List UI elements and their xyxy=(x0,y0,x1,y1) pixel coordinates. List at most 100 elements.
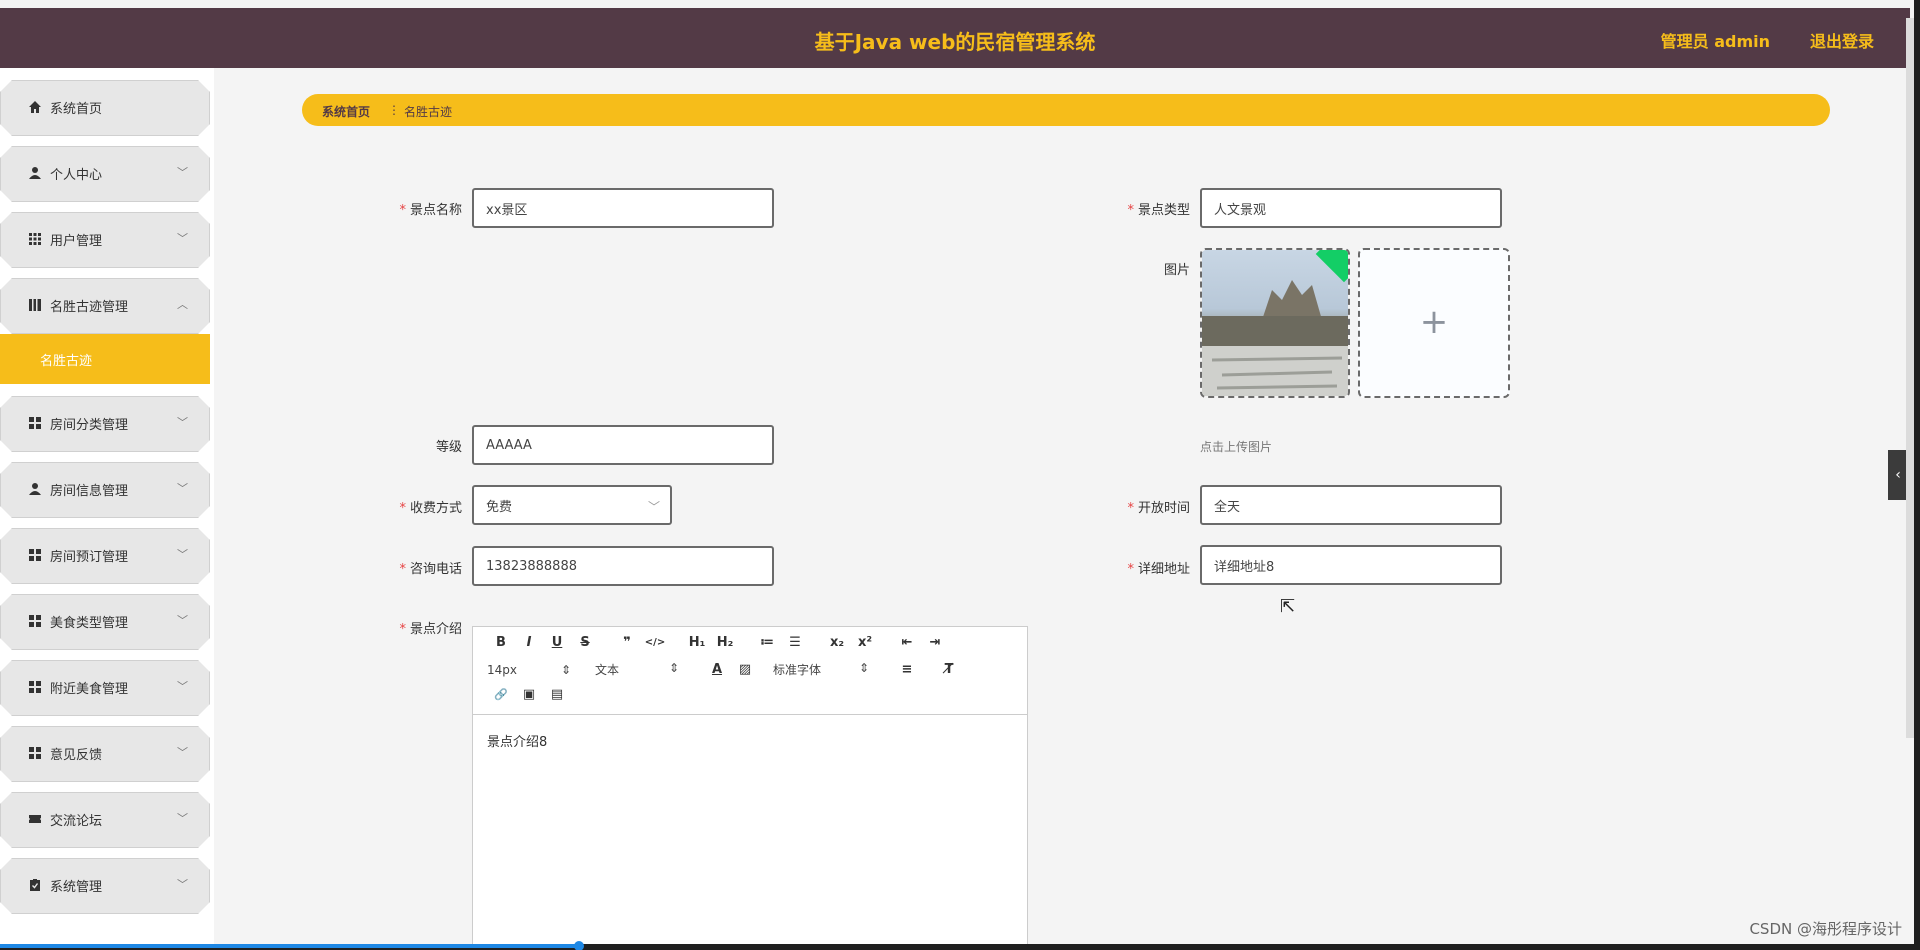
video-icon[interactable]: ▤ xyxy=(543,687,571,702)
sidebar-item-room-category[interactable]: 房间分类管理 ﹀ xyxy=(0,396,210,452)
sidebar-item-food-type[interactable]: 美食类型管理 ﹀ xyxy=(0,594,210,650)
progress-handle[interactable] xyxy=(574,941,584,950)
sidebar-item-label: 交流论坛 xyxy=(50,814,103,829)
editor-content[interactable]: 景点介绍8 xyxy=(487,731,547,750)
ordered-list-button[interactable]: ≔ xyxy=(753,635,781,650)
logout-link[interactable]: 退出登录 xyxy=(1810,28,1874,52)
toolbar-row-3: 🔗 ▣ ▤ xyxy=(487,687,571,702)
bullet-list-button[interactable]: ☰ xyxy=(781,635,809,650)
upload-tip: 点击上传图片 xyxy=(1200,440,1273,454)
align-button[interactable]: ≡ xyxy=(893,662,921,677)
scrollbar[interactable] xyxy=(1906,18,1914,738)
sidebar-item-label: 系统首页 xyxy=(50,102,103,117)
sidebar-item-users[interactable]: 用户管理 ﹀ xyxy=(0,212,210,268)
background-color-button[interactable]: ▨ xyxy=(731,662,759,677)
fee-label: * 收费方式 xyxy=(399,501,462,516)
address-input[interactable] xyxy=(1200,545,1502,585)
home-icon xyxy=(29,101,41,113)
subscript-button[interactable]: x₂ xyxy=(823,635,851,650)
system-title: 基于Java web的民宿管理系统 xyxy=(814,30,1096,54)
font-family-picker[interactable]: 标准字体 ⇕ xyxy=(773,661,869,678)
chevron-up-icon: ︿ xyxy=(177,298,188,311)
toolbar-row-2: 14px ⇕ 文本 ⇕ A ▨ 标准字体 ⇕ ≡ T̸ xyxy=(487,661,963,678)
chevron-down-icon: ﹀ xyxy=(177,482,188,495)
sidebar-item-room-booking[interactable]: 房间预订管理 ﹀ xyxy=(0,528,210,584)
grid-icon xyxy=(29,233,41,245)
sidebar: 系统首页 个人中心 ﹀ 用户管理 ﹀ 名胜古迹管理 ︿ 名胜古迹 房间分类管理 … xyxy=(0,68,214,944)
name-label: * 景点名称 xyxy=(399,203,462,218)
uploaded-image[interactable] xyxy=(1200,248,1350,398)
bold-button[interactable]: B xyxy=(487,635,515,650)
sidebar-item-label: 个人中心 xyxy=(50,168,103,183)
address-label: * 详细地址 xyxy=(1127,562,1190,577)
collapse-tab[interactable]: ‹ xyxy=(1888,450,1908,500)
type-input[interactable] xyxy=(1200,188,1502,228)
chevron-down-icon: ﹀ xyxy=(177,548,188,561)
font-color-button[interactable]: A xyxy=(703,662,731,677)
sidebar-item-home[interactable]: 系统首页 xyxy=(0,80,210,136)
open-time-label: * 开放时间 xyxy=(1127,501,1190,516)
breadcrumb: 系统首页 ⋮ 名胜古迹 xyxy=(302,94,1830,126)
name-input[interactable] xyxy=(472,188,774,228)
breadcrumb-current: 名胜古迹 xyxy=(404,105,453,119)
sidebar-item-forum[interactable]: 交流论坛 ﹀ xyxy=(0,792,210,848)
fee-select[interactable] xyxy=(472,485,672,525)
sidebar-item-label: 房间预订管理 xyxy=(50,550,129,565)
phone-input[interactable] xyxy=(472,546,774,586)
italic-button[interactable]: I xyxy=(515,635,543,650)
open-time-input[interactable] xyxy=(1200,485,1502,525)
rich-text-editor[interactable]: B I U S ❞ </> H₁ H₂ ≔ ☰ x₂ x² ⇤ ⇥ 14px ⇕… xyxy=(472,626,1028,944)
mouse-cursor-icon: ⇱ xyxy=(1280,596,1296,617)
outdent-button[interactable]: ⇤ xyxy=(893,635,921,650)
breadcrumb-home[interactable]: 系统首页 xyxy=(322,103,370,120)
admin-user[interactable]: 管理员 admin xyxy=(1661,28,1770,52)
sidebar-item-system[interactable]: 系统管理 ﹀ xyxy=(0,858,210,914)
format-picker[interactable]: 文本 ⇕ xyxy=(595,661,679,678)
upload-add-button[interactable]: + xyxy=(1358,248,1510,398)
image-label: 图片 xyxy=(1163,263,1190,278)
sidebar-item-room-info[interactable]: 房间信息管理 ﹀ xyxy=(0,462,210,518)
sidebar-item-label: 用户管理 xyxy=(50,234,103,249)
blockquote-button[interactable]: ❞ xyxy=(613,635,641,650)
sidebar-item-label: 附近美食管理 xyxy=(50,682,129,697)
picker-arrow-icon: ⇕ xyxy=(668,661,679,675)
indent-button[interactable]: ⇥ xyxy=(921,635,949,650)
image-icon[interactable]: ▣ xyxy=(515,687,543,702)
chevron-down-icon: ﹀ xyxy=(177,614,188,627)
sidebar-item-label: 系统管理 xyxy=(50,880,103,895)
user-icon xyxy=(29,167,41,179)
level-input[interactable] xyxy=(472,425,774,465)
sidebar-item-nearby-food[interactable]: 附近美食管理 ﹀ xyxy=(0,660,210,716)
clipboard-icon xyxy=(30,879,40,891)
code-button[interactable]: </> xyxy=(641,637,669,648)
ticket-icon xyxy=(29,815,41,823)
intro-label: * 景点介绍 xyxy=(399,622,462,637)
watermark: CSDN @海彤程序设计 xyxy=(1749,920,1902,938)
chevron-down-icon: ﹀ xyxy=(177,746,188,759)
clear-format-button[interactable]: T̸ xyxy=(935,662,963,677)
strike-button[interactable]: S xyxy=(571,635,599,650)
grid-icon xyxy=(29,681,41,693)
h2-button[interactable]: H₂ xyxy=(711,635,739,650)
h1-button[interactable]: H₁ xyxy=(683,635,711,650)
editor-toolbar: B I U S ❞ </> H₁ H₂ ≔ ☰ x₂ x² ⇤ ⇥ 14px ⇕… xyxy=(473,627,1027,715)
progress-bar xyxy=(0,944,580,948)
sidebar-item-personal[interactable]: 个人中心 ﹀ xyxy=(0,146,210,202)
sidebar-item-scenic[interactable]: 名胜古迹管理 ︿ xyxy=(0,278,210,334)
superscript-button[interactable]: x² xyxy=(851,635,879,650)
grid-icon xyxy=(29,549,41,561)
font-size-picker[interactable]: 14px ⇕ xyxy=(487,663,571,677)
user-icon xyxy=(29,483,41,495)
grid-icon xyxy=(29,615,41,627)
submenu-item-scenic-spots[interactable]: 名胜古迹 xyxy=(0,334,210,384)
sidebar-item-feedback[interactable]: 意见反馈 ﹀ xyxy=(0,726,210,782)
header: 基于Java web的民宿管理系统 管理员 admin 退出登录 xyxy=(0,8,1910,68)
underline-button[interactable]: U xyxy=(543,635,571,650)
link-icon[interactable]: 🔗 xyxy=(487,688,515,701)
plus-icon: + xyxy=(1419,302,1449,342)
landscape-image xyxy=(1202,280,1348,396)
breadcrumb-separator: ⋮ xyxy=(388,103,400,117)
sidebar-item-label: 房间信息管理 xyxy=(50,484,129,499)
grid-icon xyxy=(29,747,41,759)
chevron-down-icon: ﹀ xyxy=(177,812,188,825)
